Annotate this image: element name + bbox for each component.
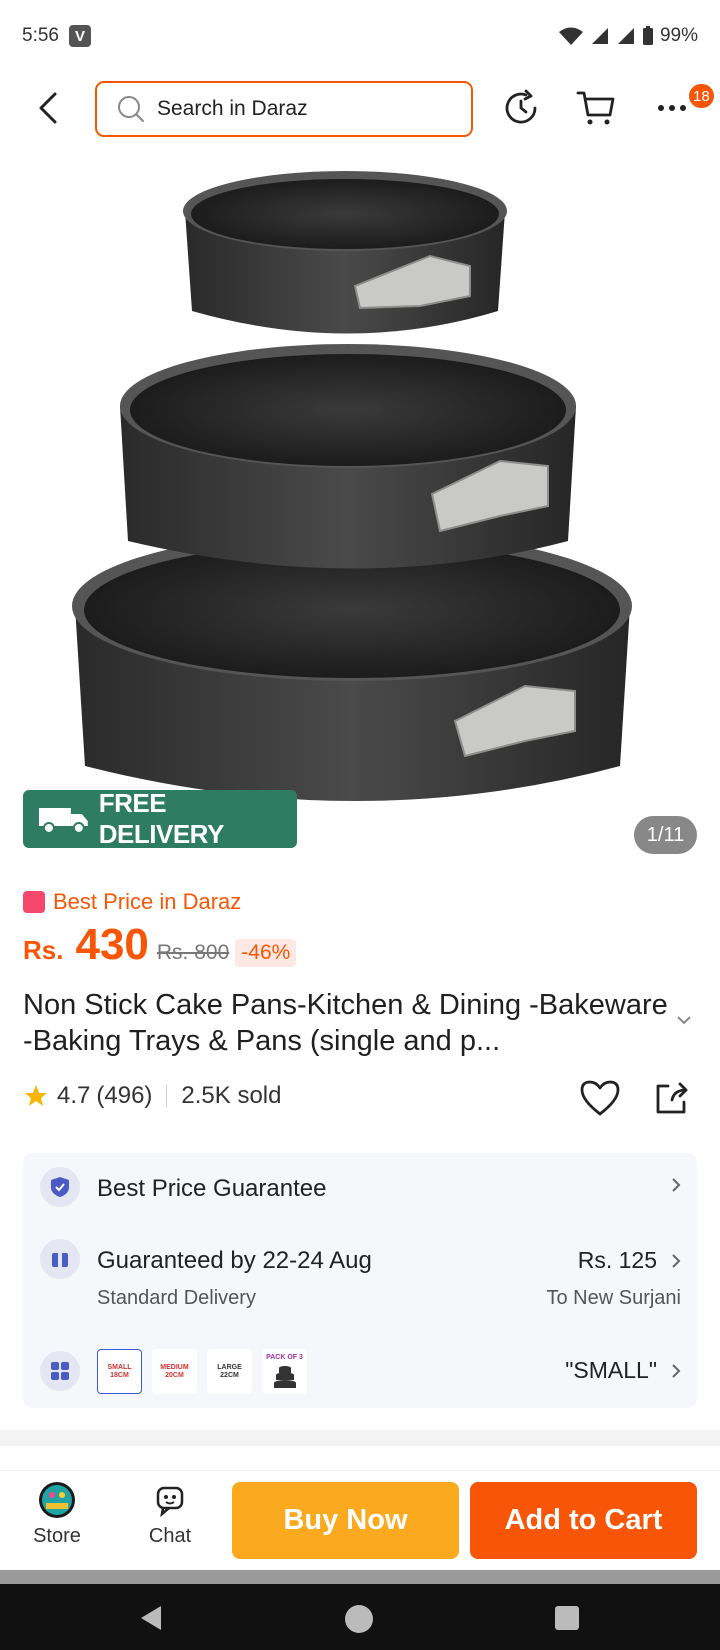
price-currency: Rs. <box>23 935 64 965</box>
delivery-date: Guaranteed by 22-24 Aug <box>97 1247 372 1274</box>
variant-small[interactable]: SMALL 18CM <box>97 1349 142 1394</box>
guarantee-label: Best Price Guarantee <box>97 1175 327 1202</box>
variant-options: SMALL 18CM MEDIUM 20CM LARGE 22CM PACK OF 3 <box>97 1349 307 1394</box>
refresh-clock-icon <box>505 89 537 124</box>
chevron-right-icon <box>672 1178 681 1192</box>
store-button[interactable]: Store <box>17 1481 97 1548</box>
current-price: 430 <box>75 920 149 969</box>
nav-recents-button[interactable] <box>553 1604 581 1637</box>
bottom-divider <box>0 1570 720 1584</box>
cake-pans-image <box>72 171 632 801</box>
price-tag-icon <box>23 891 45 913</box>
back-button[interactable] <box>30 88 66 128</box>
variant-pack-of-3[interactable]: PACK OF 3 <box>262 1349 307 1394</box>
variant-medium[interactable]: MEDIUM 20CM <box>152 1349 197 1394</box>
nav-recents-icon <box>555 1606 579 1630</box>
app-badge-icon: V <box>68 25 91 47</box>
status-time: 5:56 <box>22 25 59 46</box>
shield-icon <box>40 1167 80 1207</box>
search-placeholder: Search in Daraz <box>157 97 308 120</box>
delivery-truck-icon <box>38 808 88 834</box>
chevron-down-icon <box>677 1016 691 1025</box>
nav-back-button[interactable] <box>137 1604 165 1637</box>
heart-icon <box>580 1080 620 1116</box>
battery-percent: 99% <box>659 25 698 46</box>
image-counter: 1/11 <box>634 816 697 854</box>
selected-variant: "SMALL" <box>565 1357 657 1383</box>
store-label: Store <box>33 1525 81 1547</box>
original-price: Rs. 800 <box>156 941 230 964</box>
chat-bot-icon <box>151 1481 189 1519</box>
variant-large[interactable]: LARGE 22CM <box>207 1349 252 1394</box>
delivery-row[interactable]: Guaranteed by 22-24 Aug Standard Deliver… <box>23 1223 697 1333</box>
status-bar: 5:56 V 99% <box>0 0 720 72</box>
history-button[interactable] <box>499 86 543 130</box>
signal-icon <box>591 28 608 44</box>
best-price-tag: Best Price in Daraz <box>23 889 241 915</box>
expand-title-button[interactable] <box>676 1012 692 1030</box>
search-icon <box>118 96 144 122</box>
nav-back-icon <box>141 1606 161 1630</box>
rating-row[interactable]: 4.7 (496) 2.5K sold <box>23 1082 281 1110</box>
signal-icon-2 <box>617 28 634 44</box>
more-button[interactable] <box>650 86 694 130</box>
wishlist-button[interactable] <box>578 1078 622 1122</box>
product-title[interactable]: Non Stick Cake Pans-Kitchen & Dining -Ba… <box>23 987 673 1059</box>
delivery-box-icon <box>40 1239 80 1279</box>
variant-small-label: SMALL 18CM <box>107 1363 132 1379</box>
delivery-price-group: Rs. 125 <box>578 1247 681 1274</box>
service-info-card: Best Price Guarantee Guaranteed by 22-24… <box>23 1153 697 1408</box>
back-arrow-icon <box>39 92 57 124</box>
pan-stack-thumbnail <box>273 1365 296 1388</box>
variant-large-label: LARGE 22CM <box>217 1363 242 1379</box>
review-count: (496) <box>96 1082 153 1109</box>
nav-home-icon <box>345 1605 373 1633</box>
divider <box>166 1085 168 1107</box>
best-price-guarantee-row[interactable]: Best Price Guarantee <box>23 1153 697 1223</box>
sold-count: 2.5K sold <box>181 1082 282 1109</box>
battery-icon <box>642 26 653 45</box>
store-logo-icon <box>38 1481 76 1519</box>
search-input[interactable]: Search in Daraz <box>95 81 473 137</box>
delivery-type: Standard Delivery <box>97 1287 256 1309</box>
variant-grid-icon <box>40 1351 80 1391</box>
variant-pack-label: PACK OF 3 <box>266 1353 303 1361</box>
guarantee-chevron <box>671 1177 681 1193</box>
delivery-location: To New Surjani <box>546 1287 681 1309</box>
status-right: 99% <box>558 25 698 47</box>
chevron-right-icon <box>672 1363 681 1378</box>
product-image[interactable] <box>0 156 720 856</box>
price-row: Rs. 430 Rs. 800 -46% <box>23 920 297 976</box>
free-delivery-badge: FREE DELIVERY <box>23 788 297 849</box>
rating-value: 4.7 <box>57 1082 91 1109</box>
star-icon <box>25 1085 47 1106</box>
free-delivery-label: FREE DELIVERY <box>98 788 225 849</box>
chat-button[interactable]: Chat <box>130 1481 210 1548</box>
notification-badge: 18 <box>689 84 714 108</box>
variant-medium-label: MEDIUM 20CM <box>160 1363 189 1379</box>
best-price-label: Best Price in Daraz <box>53 889 242 914</box>
section-divider <box>0 1430 720 1446</box>
selected-variant-group[interactable]: "SMALL" <box>565 1357 681 1384</box>
cart-button[interactable] <box>574 86 618 130</box>
more-dots-icon <box>658 105 686 111</box>
discount-badge: -46% <box>235 939 297 967</box>
chevron-right-icon <box>672 1253 681 1268</box>
delivery-price: Rs. 125 <box>577 1247 657 1273</box>
share-button[interactable] <box>652 1078 696 1122</box>
chat-label: Chat <box>148 1525 192 1547</box>
cart-icon <box>576 91 615 125</box>
system-nav-bar <box>0 1584 720 1650</box>
buy-now-button[interactable]: Buy Now <box>232 1482 459 1559</box>
nav-home-button[interactable] <box>344 1604 374 1639</box>
share-icon <box>656 1082 688 1114</box>
bottom-action-bar: Store Chat Buy Now Add to Cart <box>0 1470 720 1570</box>
top-header: Search in Daraz 18 <box>0 72 720 146</box>
wifi-icon <box>558 27 583 45</box>
add-to-cart-button[interactable]: Add to Cart <box>470 1482 697 1559</box>
